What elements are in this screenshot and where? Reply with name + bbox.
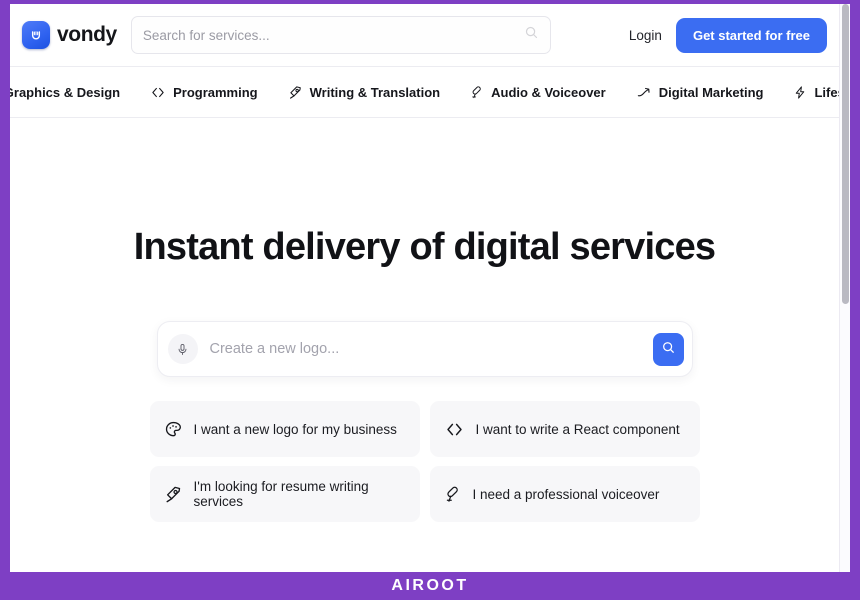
header-search-placeholder: Search for services... xyxy=(142,27,270,43)
suggestion-chip-resume[interactable]: I'm looking for resume writing services xyxy=(149,466,420,522)
nav-item-writing-translation[interactable]: Writing & Translation xyxy=(288,84,441,100)
get-started-button[interactable]: Get started for free xyxy=(675,17,827,53)
nav-item-label: Programming xyxy=(173,84,258,100)
header-actions: Login Get started for free xyxy=(629,17,839,53)
microphone-icon[interactable] xyxy=(167,334,198,364)
prompt-input[interactable] xyxy=(197,341,653,357)
code-brackets-icon xyxy=(444,420,465,439)
brand-logo[interactable]: vondy xyxy=(22,21,117,49)
pen-nib-icon xyxy=(164,485,183,504)
search-icon xyxy=(524,25,539,45)
scrollbar-thumb[interactable] xyxy=(842,4,849,304)
palette-icon xyxy=(164,420,183,439)
nav-item-graphics-design[interactable]: Graphics & Design xyxy=(10,85,120,100)
brand-name: vondy xyxy=(57,23,117,46)
page-content: vondy Search for services... Login Get s… xyxy=(10,4,850,572)
nav-item-programming[interactable]: Programming xyxy=(150,85,258,100)
nav-item-label: Writing & Translation xyxy=(309,84,441,100)
browser-viewport: vondy Search for services... Login Get s… xyxy=(10,4,850,572)
airoot-watermark: AIROOT xyxy=(391,577,469,594)
suggestion-label: I need a professional voiceover xyxy=(472,486,660,502)
microphone-icon xyxy=(470,85,484,100)
nav-item-digital-marketing[interactable]: Digital Marketing xyxy=(636,84,764,100)
suggestion-grid: I want a new logo for my business I want… xyxy=(149,401,700,522)
vondy-v-logo-icon xyxy=(22,21,50,49)
screenshot-frame: AIROOT vondy Search for services... Logi… xyxy=(0,0,860,600)
nav-item-label: Digital Marketing xyxy=(658,84,764,100)
microphone-icon xyxy=(444,485,462,504)
suggestion-chip-logo[interactable]: I want a new logo for my business xyxy=(149,401,420,457)
trend-up-icon xyxy=(636,85,652,100)
prompt-search-bar xyxy=(156,321,693,377)
code-brackets-icon xyxy=(150,85,166,100)
suggestion-label: I'm looking for resume writing services xyxy=(193,479,369,509)
suggestion-chip-react[interactable]: I want to write a React component xyxy=(429,401,700,457)
header-search-box[interactable]: Search for services... xyxy=(130,16,551,54)
category-nav: Graphics & Design Programming Writing & … xyxy=(10,66,850,118)
hero-section: Instant delivery of digital services Cre… xyxy=(10,118,839,522)
nav-item-label: Audio & Voiceover xyxy=(491,84,606,100)
suggestion-label: I want a new logo for my business xyxy=(193,421,397,437)
login-link[interactable]: Login xyxy=(629,28,662,43)
search-icon xyxy=(661,340,676,358)
pen-nib-icon xyxy=(288,85,303,100)
site-header: vondy Search for services... Login Get s… xyxy=(10,4,839,66)
vertical-scrollbar[interactable] xyxy=(839,4,850,572)
lightning-bolt-icon xyxy=(793,85,807,100)
page-title: Instant delivery of digital services xyxy=(133,226,716,268)
suggestion-chip-voiceover[interactable]: I need a professional voiceover xyxy=(429,466,700,522)
nav-item-audio-voiceover[interactable]: Audio & Voiceover xyxy=(470,85,606,100)
suggestion-label: I want to write a React component xyxy=(475,421,680,437)
prompt-submit-button[interactable] xyxy=(652,332,684,366)
nav-item-label: Graphics & Design xyxy=(10,84,121,100)
